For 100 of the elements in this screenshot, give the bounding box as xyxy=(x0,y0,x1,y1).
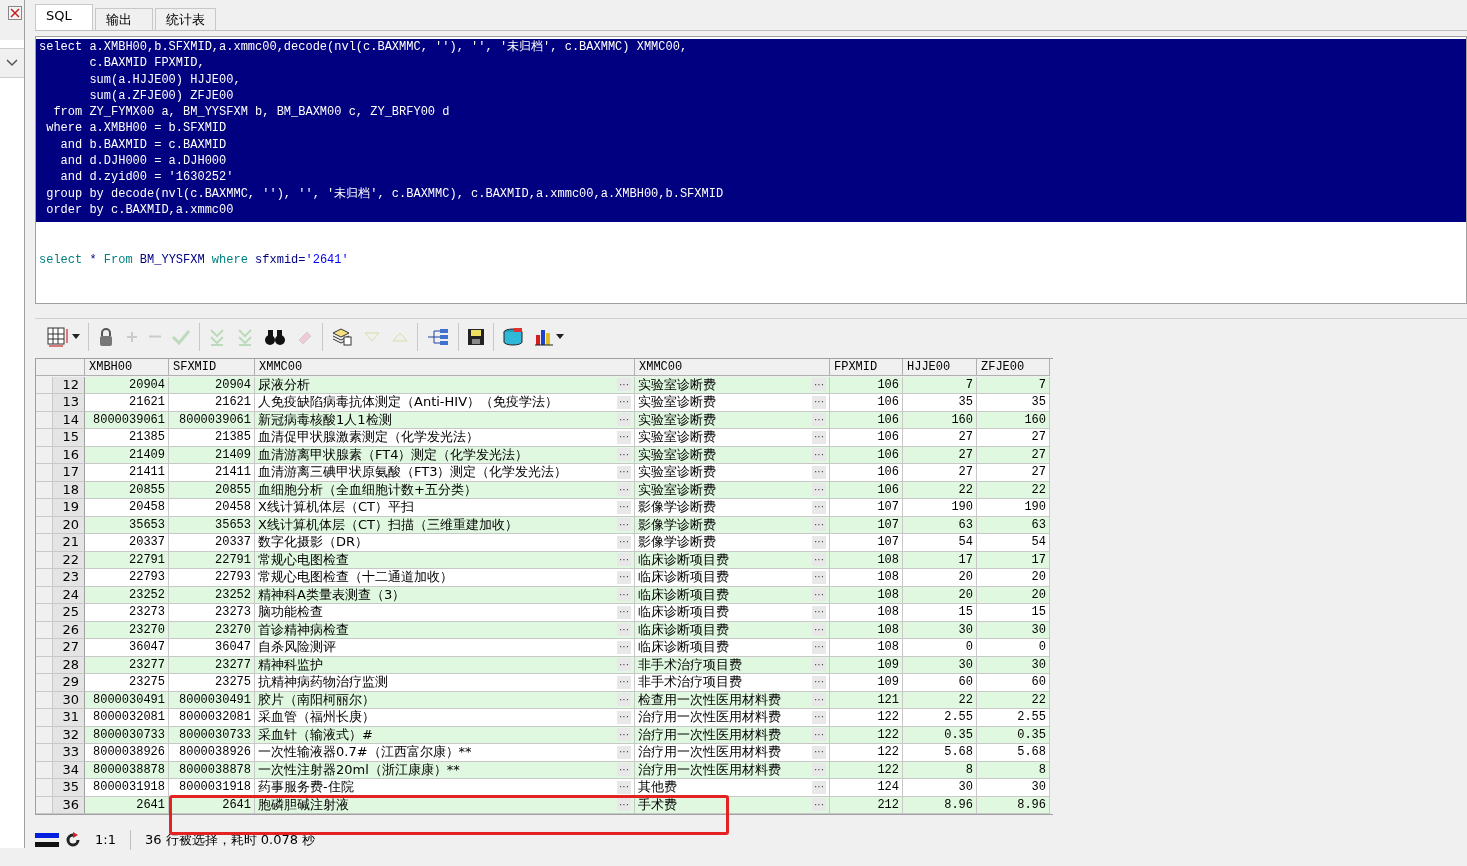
code-line: sum(a.ZFJE00) ZFJE00 xyxy=(88,87,235,105)
tab[interactable]: 统计表 xyxy=(155,8,216,30)
ellipsis-button[interactable]: ··· xyxy=(617,728,631,742)
ellipsis-button[interactable]: ··· xyxy=(617,623,631,637)
table-cell: 20 xyxy=(903,569,977,587)
table-cell: 血清促甲状腺激素测定（化学发光法） ··· xyxy=(255,429,635,447)
ellipsis-button[interactable]: ··· xyxy=(812,553,826,567)
ellipsis-button[interactable]: ··· xyxy=(617,588,631,602)
ellipsis-button[interactable]: ··· xyxy=(617,465,631,479)
table-cell: 人免疫缺陷病毒抗体测定（Anti-HIV）（免疫学法） ··· xyxy=(255,394,635,412)
table-cell: 8000032081 xyxy=(169,709,255,727)
ellipsis-button[interactable]: ··· xyxy=(812,465,826,479)
table-cell: 5.68 xyxy=(903,744,977,762)
table-cell: 22793 xyxy=(85,569,169,587)
ellipsis-button[interactable]: ··· xyxy=(617,570,631,584)
table-cell: 2.55 xyxy=(977,709,1050,727)
ellipsis-button[interactable]: ··· xyxy=(617,535,631,549)
ellipsis-button[interactable]: ··· xyxy=(812,378,826,392)
table-cell: 106 xyxy=(830,464,903,482)
ellipsis-button[interactable]: ··· xyxy=(617,640,631,654)
ellipsis-button[interactable]: ··· xyxy=(617,413,631,427)
table-cell: 108 xyxy=(830,569,903,587)
table-cell: 7 xyxy=(977,376,1050,395)
ellipsis-button[interactable]: ··· xyxy=(812,623,826,637)
zoom-ratio: 1:1 xyxy=(94,832,117,848)
sql-editor[interactable] xyxy=(35,36,1467,305)
ellipsis-button[interactable]: ··· xyxy=(617,518,631,532)
table-cell: 21385 xyxy=(169,429,255,447)
table-cell: 治疗用一次性医用材料费 ··· xyxy=(635,744,830,762)
ellipsis-button[interactable]: ··· xyxy=(812,658,826,672)
up-triangle-icon xyxy=(391,330,409,343)
table-cell: 脑功能检查 ··· xyxy=(255,604,635,622)
ellipsis-button[interactable]: ··· xyxy=(812,745,826,759)
ellipsis-button[interactable]: ··· xyxy=(812,763,826,777)
ellipsis-button[interactable]: ··· xyxy=(812,693,826,707)
ellipsis-button[interactable]: ··· xyxy=(812,518,826,532)
ellipsis-button[interactable]: ··· xyxy=(812,570,826,584)
ellipsis-button[interactable]: ··· xyxy=(812,413,826,427)
ellipsis-button[interactable]: ··· xyxy=(812,640,826,654)
ellipsis-button[interactable]: ··· xyxy=(812,395,826,409)
row-number: 25 xyxy=(36,604,85,622)
table-cell: 影像学诊断费 ··· xyxy=(635,499,830,517)
column-header[interactable]: XMMC00 xyxy=(635,359,830,377)
table-cell: 107 xyxy=(830,499,903,517)
ellipsis-button[interactable]: ··· xyxy=(617,710,631,724)
chevron-down-icon[interactable] xyxy=(6,59,18,67)
close-icon[interactable] xyxy=(8,6,22,20)
table-cell: 尿液分析 ··· xyxy=(255,376,635,395)
ellipsis-button[interactable]: ··· xyxy=(812,605,826,619)
ellipsis-button[interactable]: ··· xyxy=(812,430,826,444)
ellipsis-button[interactable]: ··· xyxy=(812,535,826,549)
ellipsis-button[interactable]: ··· xyxy=(617,693,631,707)
ellipsis-button[interactable]: ··· xyxy=(617,430,631,444)
ellipsis-button[interactable]: ··· xyxy=(617,745,631,759)
table-cell: 治疗用一次性医用材料费 ··· xyxy=(635,709,830,727)
ellipsis-button[interactable]: ··· xyxy=(617,500,631,514)
table-cell: 临床诊断项目费 ··· xyxy=(635,639,830,657)
table-cell: 36047 xyxy=(169,639,255,657)
ellipsis-button[interactable]: ··· xyxy=(812,780,826,794)
ellipsis-button[interactable]: ··· xyxy=(617,605,631,619)
ellipsis-button[interactable]: ··· xyxy=(617,448,631,462)
table-cell: 0 xyxy=(977,639,1050,657)
table-cell: 35 xyxy=(977,394,1050,412)
column-header[interactable]: HJJE00 xyxy=(903,359,977,377)
ellipsis-button[interactable]: ··· xyxy=(812,500,826,514)
table-cell: 21621 xyxy=(169,394,255,412)
ellipsis-button[interactable]: ··· xyxy=(617,675,631,689)
ellipsis-button[interactable]: ··· xyxy=(617,780,631,794)
ellipsis-button[interactable]: ··· xyxy=(617,378,631,392)
ellipsis-button[interactable]: ··· xyxy=(812,483,826,497)
ellipsis-button[interactable]: ··· xyxy=(812,710,826,724)
ellipsis-button[interactable]: ··· xyxy=(812,728,826,742)
ellipsis-button[interactable]: ··· xyxy=(812,798,826,812)
column-header[interactable]: ZFJE00 xyxy=(977,359,1050,377)
table-cell: 108 xyxy=(830,604,903,622)
ellipsis-button[interactable]: ··· xyxy=(617,553,631,567)
table-cell: 124 xyxy=(830,779,903,797)
column-header[interactable]: XMBH00 xyxy=(85,359,169,377)
ellipsis-button[interactable]: ··· xyxy=(617,658,631,672)
tab[interactable]: 输出 xyxy=(95,8,153,30)
table-cell: 27 xyxy=(903,429,977,447)
plus-icon xyxy=(125,329,139,344)
ellipsis-button[interactable]: ··· xyxy=(617,395,631,409)
table-cell: 54 xyxy=(977,534,1050,552)
ellipsis-button[interactable]: ··· xyxy=(812,448,826,462)
refresh-icon xyxy=(65,831,81,848)
table-cell: 30 xyxy=(977,779,1050,797)
row-number: 19 xyxy=(36,499,85,517)
ellipsis-button[interactable]: ··· xyxy=(812,588,826,602)
table-cell: 36047 xyxy=(85,639,169,657)
column-header[interactable]: FPXMID xyxy=(830,359,903,377)
column-header[interactable]: SFXMID xyxy=(169,359,255,377)
ellipsis-button[interactable]: ··· xyxy=(617,483,631,497)
save-icon xyxy=(467,327,485,346)
ellipsis-button[interactable]: ··· xyxy=(617,763,631,777)
column-header[interactable]: XMMC00 xyxy=(255,359,635,377)
tab[interactable]: SQL xyxy=(35,4,93,30)
table-cell: 实验室诊断费 ··· xyxy=(635,394,830,412)
ellipsis-button[interactable]: ··· xyxy=(617,798,631,812)
ellipsis-button[interactable]: ··· xyxy=(812,675,826,689)
